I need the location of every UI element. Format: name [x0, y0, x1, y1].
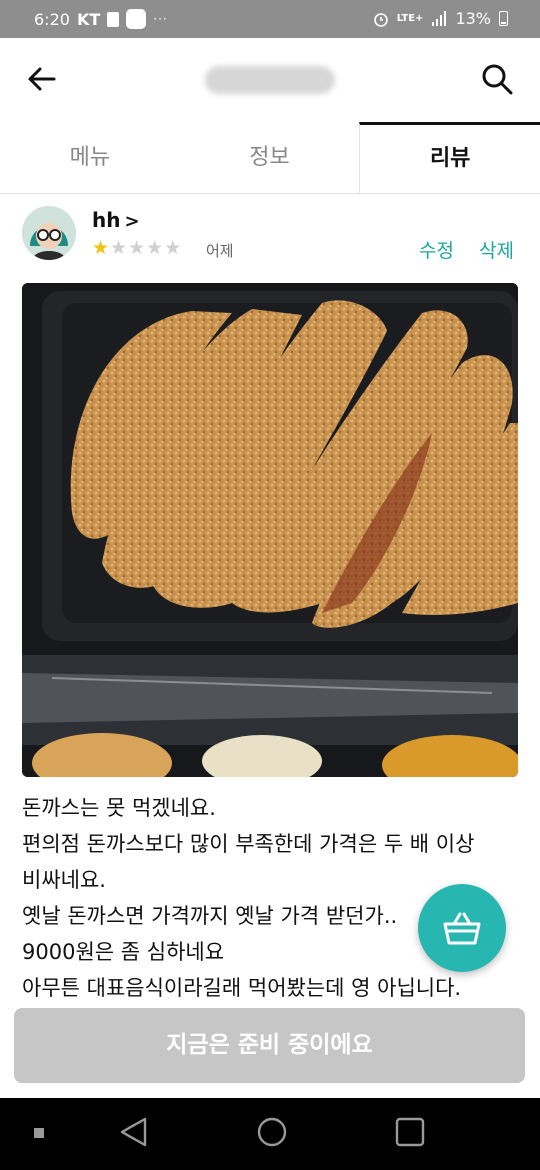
chevron-right-icon: >	[124, 211, 140, 232]
avatar[interactable]	[22, 206, 76, 260]
alarm-icon	[373, 12, 388, 27]
nav-back-icon[interactable]	[118, 1116, 148, 1148]
review-line: 편의점 돈까스보다 많이 부족한데 가격은 두 배 이상	[22, 832, 475, 856]
tab-menu[interactable]: 메뉴	[0, 122, 180, 193]
alert-icon	[107, 11, 120, 27]
overview-icon[interactable]	[394, 1116, 426, 1148]
app-bar	[0, 38, 540, 122]
network-type: LTE+	[396, 12, 424, 24]
avatar-character-icon	[22, 206, 76, 260]
signal-icon	[432, 11, 447, 26]
review-photo[interactable]	[22, 283, 518, 777]
edit-review-button[interactable]: 수정	[419, 236, 454, 263]
tab-reviews[interactable]: 리뷰	[359, 122, 540, 193]
star-empty-icon: ★	[128, 237, 147, 259]
basket-icon	[443, 912, 481, 945]
tab-info[interactable]: 정보	[180, 122, 360, 193]
delete-review-button[interactable]: 삭제	[479, 236, 514, 263]
cart-button[interactable]	[418, 884, 506, 972]
status-carrier: KT	[76, 9, 101, 29]
status-left: 6:20 KT ···	[34, 9, 168, 29]
battery-text: 13%	[455, 9, 491, 28]
review-header: hh > ★★★★★ 어제 수정 삭제	[22, 204, 518, 264]
star-empty-icon: ★	[164, 237, 183, 259]
review-line: 돈까스는 못 먹겠네요.	[22, 796, 216, 820]
search-icon[interactable]	[480, 62, 514, 96]
system-nav-bar	[0, 1098, 540, 1170]
review-line: 아무튼 대표음식이라길래 먹어봤는데 영 아닙니다.	[22, 976, 462, 1000]
store-title-blurred	[205, 66, 335, 94]
star-empty-icon: ★	[146, 237, 165, 259]
battery-icon	[499, 11, 508, 26]
star-rating: ★★★★★	[92, 237, 182, 259]
status-time: 6:20	[34, 9, 70, 29]
home-icon[interactable]	[256, 1116, 288, 1148]
review-username[interactable]: hh >	[92, 208, 140, 232]
star-empty-icon: ★	[110, 237, 129, 259]
status-right: LTE+ 13%	[373, 9, 508, 28]
tab-bar: 메뉴 정보 리뷰	[0, 122, 540, 194]
arrow-left-icon[interactable]	[26, 63, 58, 95]
order-button[interactable]: 지금은 준비 중이에요	[14, 1008, 525, 1083]
star-filled-icon: ★	[92, 237, 111, 259]
status-bar: 6:20 KT ··· LTE+ 13%	[0, 0, 540, 38]
recent-apps-icon[interactable]	[34, 1128, 44, 1138]
username-text: hh	[92, 208, 121, 232]
review-date: 어제	[206, 242, 234, 260]
more-notifications-icon: ···	[153, 12, 168, 26]
tonkatsu-photo-image	[22, 283, 518, 777]
app-notification-icon	[126, 9, 147, 29]
